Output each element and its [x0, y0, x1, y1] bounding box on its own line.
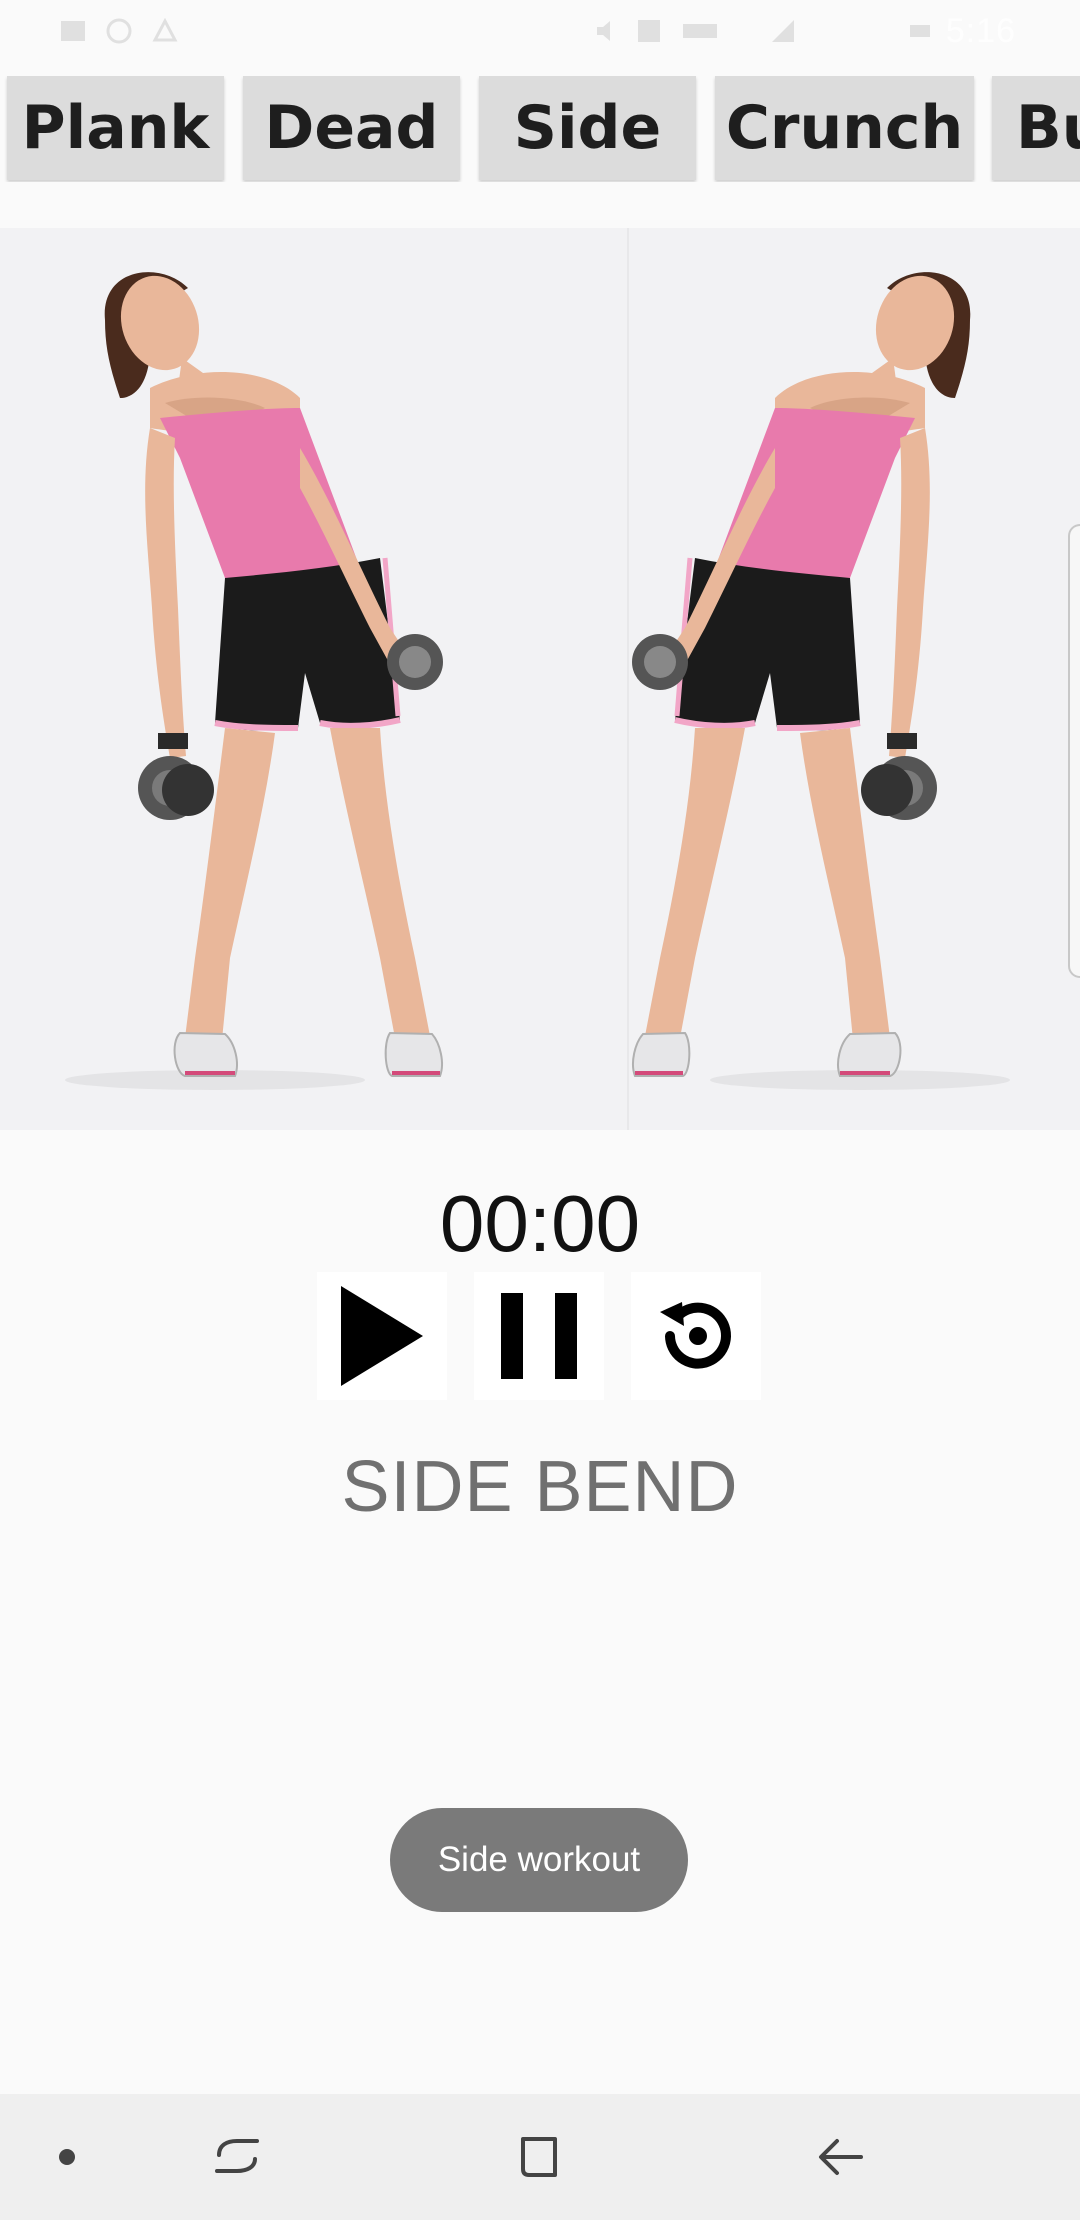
figure-right	[632, 272, 1010, 1090]
tab-bu[interactable]: Bu	[992, 76, 1080, 180]
battery-icon	[910, 25, 930, 37]
tab-plank[interactable]: Plank	[7, 76, 224, 180]
exercise-illustration	[0, 228, 1080, 1130]
play-button[interactable]	[317, 1272, 447, 1400]
play-icon	[341, 1286, 423, 1386]
reset-button[interactable]	[631, 1272, 761, 1400]
home-button[interactable]	[504, 2122, 574, 2192]
home-icon	[521, 2137, 557, 2177]
sync-icon	[106, 18, 132, 44]
photo-divider	[627, 228, 629, 1130]
recents-button[interactable]	[202, 2122, 272, 2192]
timer-display: 00:00	[439, 1179, 641, 1268]
exercise-tab-strip: Plank Dead Side Crunch Bu	[0, 76, 1080, 182]
pause-icon	[501, 1293, 577, 1379]
reset-icon	[660, 1302, 731, 1369]
tab-side[interactable]: Side	[479, 76, 696, 180]
pause-button[interactable]	[474, 1272, 604, 1400]
gallery-icon	[61, 21, 85, 41]
lte-icon	[683, 24, 717, 38]
back-icon	[819, 2139, 863, 2175]
back-button[interactable]	[806, 2122, 876, 2192]
signal-icon	[772, 20, 794, 42]
nav-dot-button[interactable]	[32, 2122, 102, 2192]
tab-label: Plank	[21, 93, 210, 163]
tab-label: Dead	[264, 93, 439, 163]
status-bar: 5:16	[0, 0, 1080, 64]
exercise-title: SIDE BEND	[341, 1447, 739, 1527]
navigation-bar	[0, 2094, 1080, 2220]
tab-label: Crunch	[725, 93, 964, 163]
figure-left	[65, 272, 443, 1090]
tab-dead[interactable]: Dead	[243, 76, 460, 180]
dot-icon	[59, 2149, 75, 2165]
toast-message: Side workout	[390, 1808, 688, 1912]
edge-panel-handle[interactable]	[1068, 524, 1080, 978]
mute-icon	[597, 21, 610, 41]
status-time: 5:16	[945, 12, 1016, 50]
alarm-icon	[152, 18, 178, 42]
nfc-icon	[638, 20, 660, 42]
tab-label: Bu	[1016, 93, 1080, 163]
toast-text: Side workout	[437, 1840, 641, 1879]
side-bend-figures	[65, 272, 1010, 1090]
tab-label: Side	[513, 93, 662, 163]
recents-icon	[215, 2139, 259, 2173]
tab-crunch[interactable]: Crunch	[715, 76, 974, 180]
